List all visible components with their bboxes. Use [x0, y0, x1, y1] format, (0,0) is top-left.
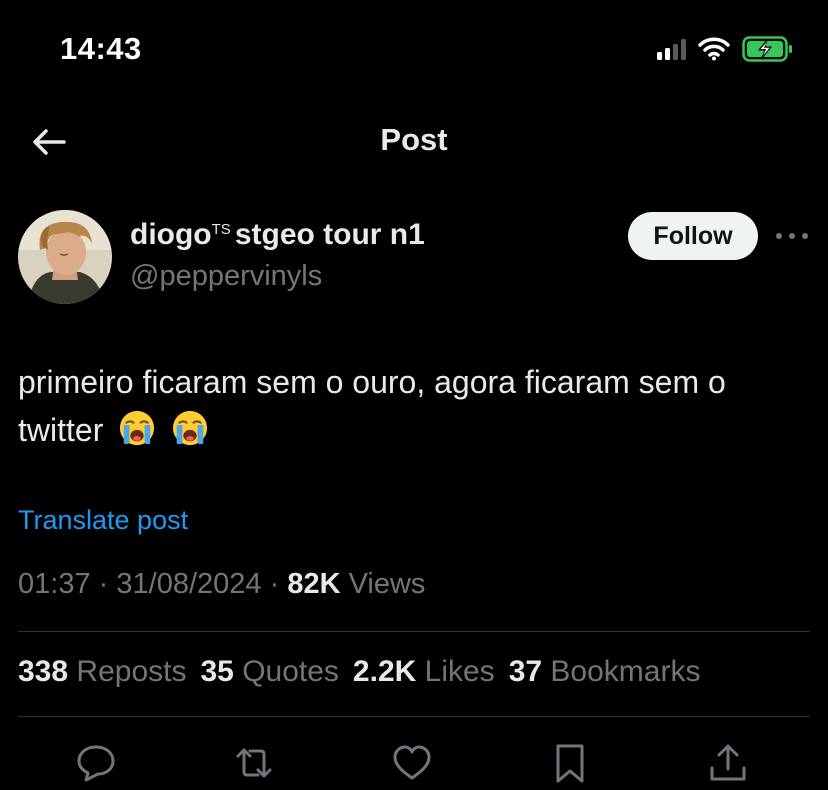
post-date[interactable]: 31/08/2024 — [116, 568, 261, 600]
loudly-crying-face-icon — [120, 410, 155, 446]
meta-separator: · — [269, 568, 280, 600]
reposts-label: Reposts — [76, 655, 187, 688]
status-time: 14:43 — [60, 31, 142, 66]
author-name-superscript: TS — [211, 221, 231, 238]
reposts-stat[interactable]: 338 Reposts — [18, 655, 186, 688]
post-meta: 01:37 · 31/08/2024 · 82K Views — [18, 568, 425, 601]
divider — [18, 631, 810, 632]
likes-label: Likes — [424, 655, 495, 688]
status-bar: 14:43 — [0, 0, 828, 100]
post-text: primeiro ficaram sem o ouro, agora ficar… — [18, 358, 808, 454]
views-label: Views — [348, 568, 426, 600]
cellular-signal-icon — [657, 38, 686, 60]
avatar[interactable] — [18, 210, 112, 304]
like-icon[interactable] — [392, 742, 432, 784]
quotes-count: 35 — [200, 655, 234, 688]
more-options-icon[interactable] — [776, 226, 808, 246]
author-handle[interactable]: @peppervinyls — [130, 260, 322, 293]
reposts-count: 338 — [18, 655, 69, 688]
wifi-icon — [698, 37, 730, 61]
share-icon[interactable] — [708, 742, 748, 784]
status-icons — [657, 36, 794, 62]
battery-charging-icon — [742, 36, 792, 62]
post-stats: 338 Reposts 35 Quotes 2.2K Likes 37 Bookmar… — [18, 655, 700, 689]
bookmarks-stat[interactable]: 37 Bookmarks — [509, 655, 701, 688]
likes-stat[interactable]: 2.2K Likes — [353, 655, 495, 688]
follow-button[interactable]: Follow — [628, 212, 758, 260]
post-time[interactable]: 01:37 — [18, 568, 91, 600]
author-name-prefix: diogo — [130, 218, 212, 251]
likes-count: 2.2K — [352, 655, 417, 688]
repost-icon[interactable] — [234, 742, 274, 784]
quotes-label: Quotes — [242, 655, 339, 688]
page-title: Post — [380, 122, 448, 157]
quotes-stat[interactable]: 35 Quotes — [200, 655, 338, 688]
author-name[interactable]: diogoTS stgeo tour n1 — [130, 218, 425, 252]
bookmarks-count: 37 — [508, 655, 543, 688]
meta-separator: · — [98, 568, 109, 600]
translate-post-link[interactable]: Translate post — [18, 505, 188, 536]
bookmark-icon[interactable] — [550, 742, 590, 784]
bookmarks-label: Bookmarks — [550, 655, 701, 688]
nav-bar: Post — [0, 100, 828, 184]
reply-icon[interactable] — [76, 742, 116, 784]
loudly-crying-face-icon — [173, 410, 208, 446]
views-count: 82K — [287, 568, 341, 600]
author-name-suffix: stgeo tour n1 — [234, 218, 425, 251]
divider — [18, 716, 810, 717]
action-bar — [0, 740, 828, 790]
